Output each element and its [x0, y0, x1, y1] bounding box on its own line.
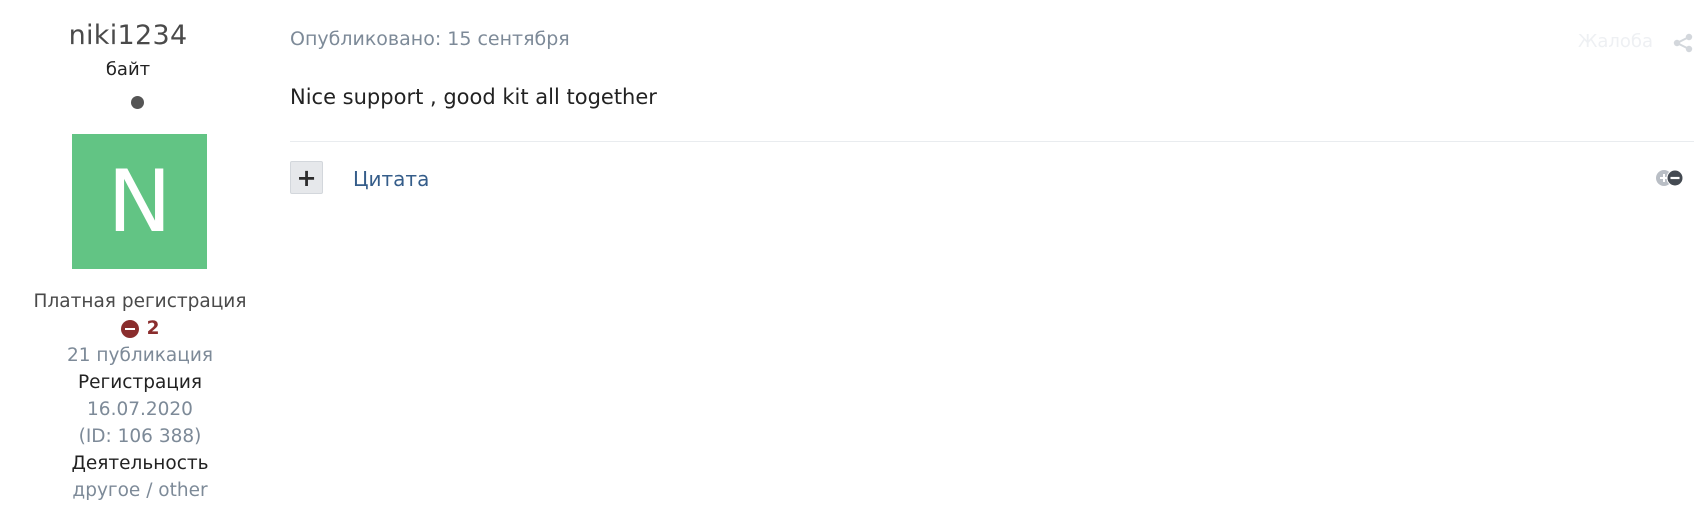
author-rank-title: байт [105, 59, 151, 80]
reaction-icon[interactable] [1654, 168, 1686, 188]
avatar-letter: N [107, 151, 172, 252]
reputation-badge: 2 [0, 315, 280, 342]
share-icon[interactable] [1672, 32, 1694, 54]
quote-button[interactable]: Цитата [353, 165, 429, 193]
member-id: (ID: 106 388) [78, 426, 202, 447]
author-username[interactable]: niki1234 [0, 18, 256, 54]
post-divider [290, 141, 1694, 142]
registration-label: Регистрация [77, 372, 203, 393]
reputation-value: 2 [146, 318, 160, 339]
author-post-count: 21 публикация [67, 345, 213, 366]
avatar[interactable]: N [72, 134, 207, 269]
activity-value: другое / other [72, 480, 208, 501]
post-published-date[interactable]: Опубликовано: 15 сентября [290, 26, 570, 52]
post-content: Nice support , good kit all together [290, 85, 657, 109]
author-group: Платная регистрация [33, 291, 247, 312]
multiquote-button[interactable]: + [290, 161, 323, 194]
online-status-icon [131, 96, 144, 109]
report-link[interactable]: Жалоба [1578, 30, 1653, 54]
registration-date: 16.07.2020 [87, 399, 193, 420]
activity-label: Деятельность [71, 453, 209, 474]
minus-circle-icon [120, 319, 139, 338]
